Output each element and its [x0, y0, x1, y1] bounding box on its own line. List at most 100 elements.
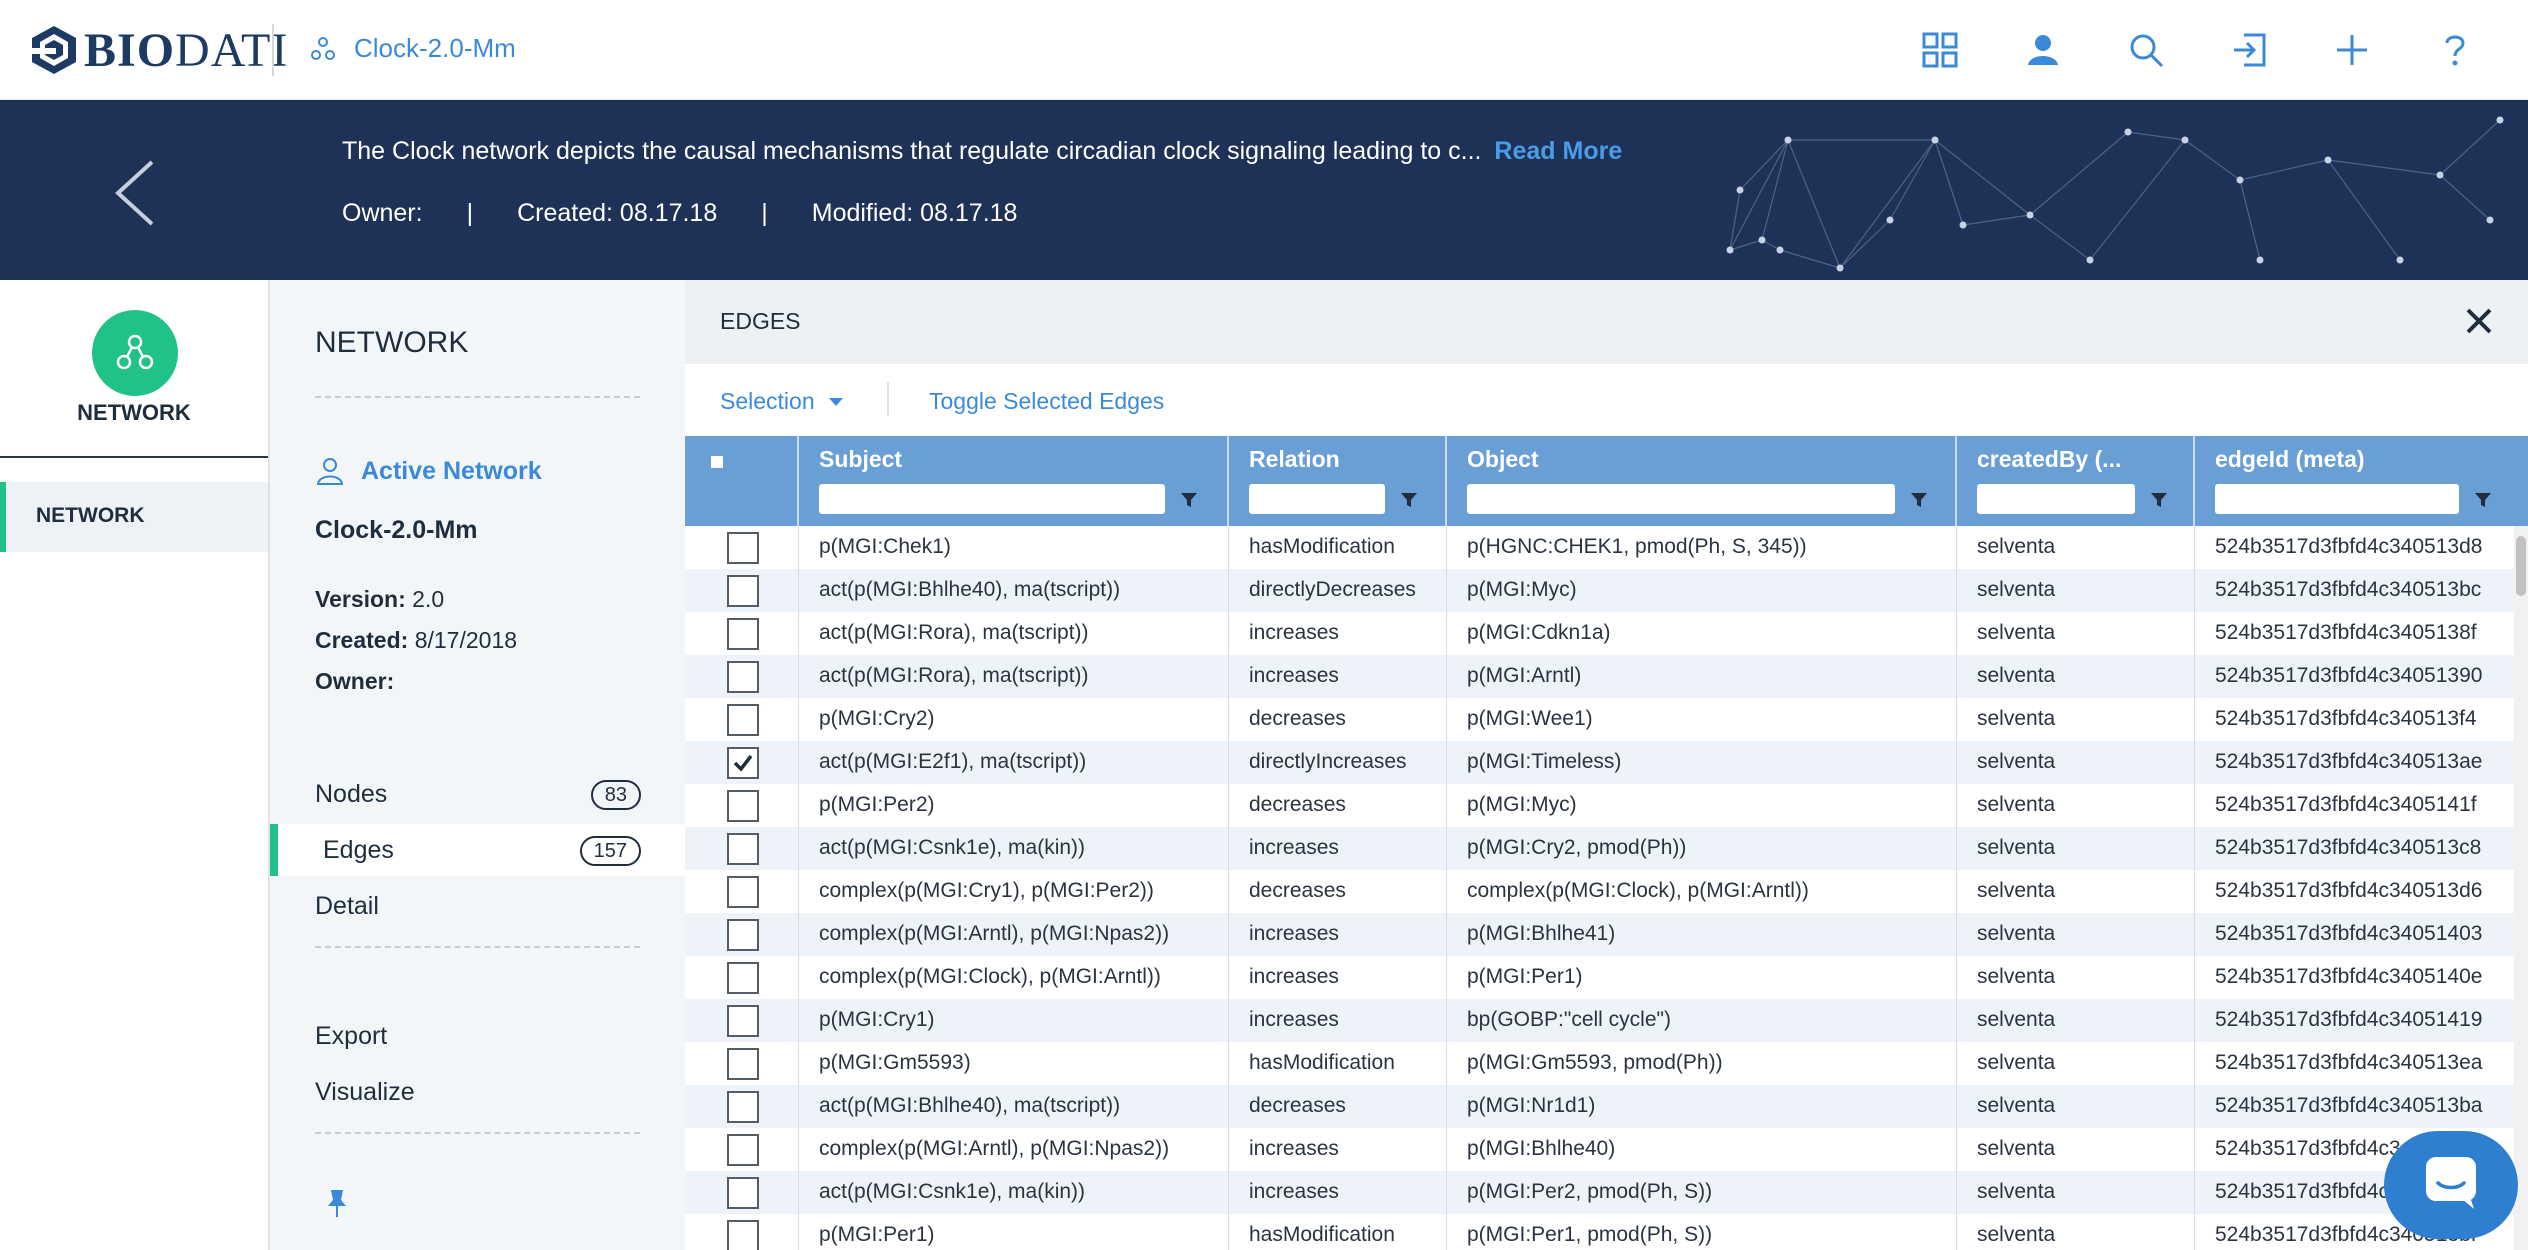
createdby-filter-input[interactable]: [1977, 484, 2135, 514]
relation-text: increases: [1249, 621, 1339, 644]
edgeid-text: 524b3517d3fbfd4c340513bc: [2215, 578, 2482, 601]
toggle-selected-edges-button[interactable]: Toggle Selected Edges: [929, 388, 1164, 415]
row-checkbox[interactable]: [727, 1220, 759, 1250]
row-select-cell: [685, 698, 799, 741]
subject-text: p(MGI:Per2): [819, 793, 935, 816]
read-more-link[interactable]: Read More: [1494, 137, 1622, 165]
add-button[interactable]: [2300, 28, 2403, 72]
login-button[interactable]: [2197, 28, 2300, 72]
row-checkbox[interactable]: [727, 575, 759, 607]
relation-filter-input[interactable]: [1249, 484, 1385, 514]
subject-filter-input[interactable]: [819, 484, 1165, 514]
column-header-relation[interactable]: Relation: [1229, 436, 1447, 526]
table-row[interactable]: p(MGI:Chek1) hasModification p(HGNC:CHEK1,…: [685, 526, 2528, 569]
row-checkbox[interactable]: [727, 747, 759, 779]
search-button[interactable]: [2094, 28, 2197, 72]
filter-icon[interactable]: [1179, 490, 1199, 510]
cell-object: p(MGI:Cdkn1a): [1447, 612, 1957, 655]
table-row[interactable]: complex(p(MGI:Cry1), p(MGI:Per2)) decreas…: [685, 870, 2528, 913]
column-header-edgeid[interactable]: edgeId (meta): [2195, 436, 2528, 526]
table-row[interactable]: p(MGI:Gm5593) hasModification p(MGI:Gm5593…: [685, 1042, 2528, 1085]
table-row[interactable]: p(MGI:Cry2) decreases p(MGI:Wee1) selventa 5…: [685, 698, 2528, 741]
edgeid-filter-input[interactable]: [2215, 484, 2459, 514]
row-checkbox[interactable]: [727, 1005, 759, 1037]
pin-icon[interactable]: [324, 1188, 350, 1218]
selection-dropdown[interactable]: Selection: [720, 388, 843, 415]
row-checkbox[interactable]: [727, 876, 759, 908]
help-button[interactable]: [2403, 28, 2506, 72]
scrollbar-thumb[interactable]: [2516, 536, 2526, 596]
table-row[interactable]: act(p(MGI:E2f1), ma(tscript)) directlyInc…: [685, 741, 2528, 784]
select-all-header[interactable]: [685, 436, 799, 526]
user-button[interactable]: [1991, 28, 2094, 72]
row-checkbox[interactable]: [727, 704, 759, 736]
nav-item-edges[interactable]: Edges 157: [270, 824, 685, 876]
network-section-button[interactable]: [92, 310, 178, 396]
createdby-text: selventa: [1977, 621, 2056, 644]
back-arrow-icon[interactable]: [112, 158, 158, 228]
row-checkbox[interactable]: [727, 790, 759, 822]
row-checkbox[interactable]: [727, 833, 759, 865]
table-row[interactable]: act(p(MGI:Rora), ma(tscript)) increases p(…: [685, 655, 2528, 698]
subject-text: p(MGI:Cry1): [819, 1008, 935, 1031]
cell-subject: complex(p(MGI:Clock), p(MGI:Arntl)): [799, 956, 1229, 999]
edges-title: EDGES: [720, 308, 801, 334]
row-checkbox[interactable]: [727, 1177, 759, 1209]
visualize-link[interactable]: Visualize: [270, 1066, 685, 1118]
subject-text: act(p(MGI:Rora), ma(tscript)): [819, 664, 1089, 687]
active-network-link[interactable]: Active Network: [315, 456, 542, 486]
cell-relation: increases: [1229, 913, 1447, 956]
table-row[interactable]: p(MGI:Per1) hasModification p(MGI:Per1, pm…: [685, 1214, 2528, 1250]
logo-text-bold: BIO: [84, 23, 176, 77]
object-text: p(MGI:Per1): [1467, 965, 1583, 988]
row-checkbox[interactable]: [727, 962, 759, 994]
edges-table: Subject Relation Object createdBy (... e: [685, 436, 2528, 1250]
createdby-text: selventa: [1977, 1223, 2056, 1246]
nav-item-detail[interactable]: Detail: [270, 880, 685, 932]
row-checkbox[interactable]: [727, 1134, 759, 1166]
cell-edgeid: 524b3517d3fbfd4c340513f4: [2195, 698, 2528, 741]
object-filter-input[interactable]: [1467, 484, 1895, 514]
row-checkbox[interactable]: [727, 1048, 759, 1080]
rail-item-network[interactable]: NETWORK: [0, 482, 268, 552]
current-network-name[interactable]: Clock-2.0-Mm: [354, 33, 516, 64]
chat-launcher-button[interactable]: [2384, 1131, 2518, 1239]
cell-object: p(MGI:Per1, pmod(Ph, S)): [1447, 1214, 1957, 1250]
table-row[interactable]: complex(p(MGI:Clock), p(MGI:Arntl)) incre…: [685, 956, 2528, 999]
export-link[interactable]: Export: [270, 1010, 685, 1062]
nav-item-nodes[interactable]: Nodes 83: [270, 768, 685, 820]
biodati-logo[interactable]: BIODATI: [26, 18, 288, 82]
filter-icon[interactable]: [2149, 490, 2169, 510]
table-row[interactable]: p(MGI:Per2) decreases p(MGI:Myc) selventa 52…: [685, 784, 2528, 827]
column-header-createdby[interactable]: createdBy (...: [1957, 436, 2195, 526]
row-checkbox[interactable]: [727, 1091, 759, 1123]
table-row[interactable]: act(p(MGI:Bhlhe40), ma(tscript)) decrease…: [685, 1085, 2528, 1128]
object-text: bp(GOBP:"cell cycle"): [1467, 1008, 1671, 1031]
filter-icon[interactable]: [2473, 490, 2493, 510]
table-row[interactable]: p(MGI:Cry1) increases bp(GOBP:"cell cycle"…: [685, 999, 2528, 1042]
cell-createdby: selventa: [1957, 1171, 2195, 1214]
row-select-cell: [685, 1128, 799, 1171]
table-row[interactable]: act(p(MGI:Csnk1e), ma(kin)) increases p(MG…: [685, 827, 2528, 870]
cell-subject: complex(p(MGI:Arntl), p(MGI:Npas2)): [799, 913, 1229, 956]
row-checkbox[interactable]: [727, 618, 759, 650]
table-row[interactable]: act(p(MGI:Csnk1e), ma(kin)) increases p(MG…: [685, 1171, 2528, 1214]
row-checkbox[interactable]: [727, 532, 759, 564]
select-all-checkbox[interactable]: [711, 456, 723, 468]
row-checkbox[interactable]: [727, 661, 759, 693]
vertical-scrollbar[interactable]: [2514, 526, 2528, 1250]
row-checkbox[interactable]: [727, 919, 759, 951]
table-row[interactable]: complex(p(MGI:Arntl), p(MGI:Npas2)) incre…: [685, 913, 2528, 956]
table-row[interactable]: complex(p(MGI:Arntl), p(MGI:Npas2)) incre…: [685, 1128, 2528, 1171]
table-row[interactable]: act(p(MGI:Bhlhe40), ma(tscript)) directly…: [685, 569, 2528, 612]
apps-grid-button[interactable]: [1888, 28, 1991, 72]
edgeid-text: 524b3517d3fbfd4c3405138f: [2215, 621, 2477, 644]
table-row[interactable]: act(p(MGI:Rora), ma(tscript)) increases p(…: [685, 612, 2528, 655]
column-header-object[interactable]: Object: [1447, 436, 1957, 526]
close-icon[interactable]: [2462, 304, 2496, 338]
filter-icon[interactable]: [1399, 490, 1419, 510]
filter-icon[interactable]: [1909, 490, 1929, 510]
createdby-text: selventa: [1977, 750, 2056, 773]
column-header-subject[interactable]: Subject: [799, 436, 1229, 526]
cell-edgeid: 524b3517d3fbfd4c340513ae: [2195, 741, 2528, 784]
